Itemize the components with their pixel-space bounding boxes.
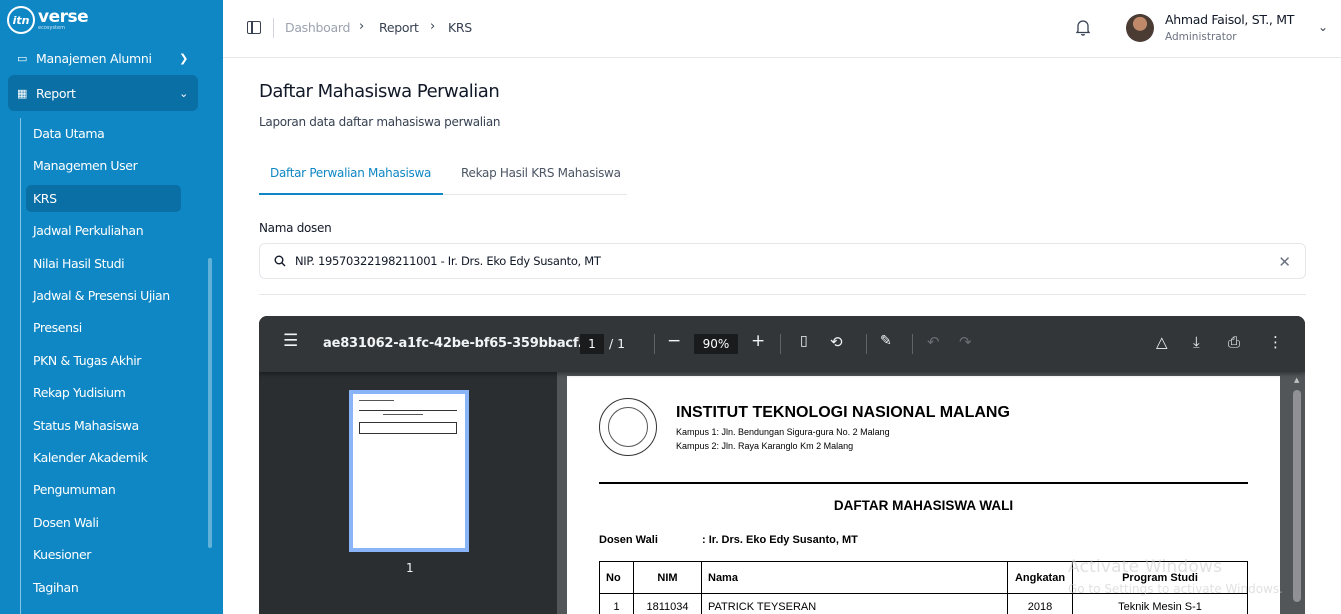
page-number-input[interactable]: 1 [580, 334, 604, 354]
sidebar-item-data-utama[interactable]: Data Utama [33, 126, 105, 141]
alumni-icon: ▭ [16, 51, 28, 65]
field-label-nama-dosen: Nama dosen [259, 221, 332, 235]
cell-angkatan: 2018 [1007, 593, 1073, 614]
breadcrumb-report[interactable]: Report [379, 20, 419, 35]
cell-nama: PATRICK TEYSERAN [701, 593, 1008, 614]
zoom-input[interactable]: 90% [694, 334, 738, 354]
submenu-guide-line [20, 118, 21, 614]
page-thumbnail[interactable] [349, 390, 469, 552]
col-no: No [599, 561, 634, 594]
chevron-right-icon: › [430, 19, 436, 34]
download-icon[interactable]: ⤓ [1193, 333, 1200, 351]
pdf-toolbar: ☰ ae831062-a1fc-42be-bf65-359bbacf... 1 … [259, 316, 1305, 372]
redo-icon[interactable]: ↷ [959, 333, 972, 351]
scroll-up-icon[interactable]: ▲ [1294, 376, 1299, 384]
dosen-wali-value: : Ir. Drs. Eko Edy Susanto, MT [702, 534, 858, 546]
app-logo[interactable]: itn verse ecosystem [7, 6, 89, 34]
sidebar-item-label: Report [36, 85, 76, 101]
sidebar-item-krs[interactable]: KRS [33, 191, 57, 206]
pdf-filename: ae831062-a1fc-42be-bf65-359bbacf... [323, 336, 592, 351]
sidebar-item-jadwal-perkuliahan[interactable]: Jadwal Perkuliahan [33, 223, 144, 238]
more-options-icon[interactable]: ⋮ [1268, 333, 1283, 351]
zoom-in-icon[interactable]: + [751, 331, 765, 351]
sidebar-item-nilai-hasil-studi[interactable]: Nilai Hasil Studi [33, 256, 125, 271]
top-bar: Dashboard › Report › KRS Ahmad Faisol, S… [223, 0, 1341, 58]
cell-program-studi: Teknik Mesin S-1 [1072, 593, 1248, 614]
thumbnail-page-number: 1 [406, 561, 414, 575]
sidebar-item-pengumuman[interactable]: Pengumuman [33, 482, 116, 497]
page-total: / 1 [609, 336, 626, 351]
bell-icon[interactable] [1075, 19, 1091, 36]
search-icon [274, 255, 286, 267]
fit-page-icon[interactable]: ▯ [800, 333, 808, 349]
sidebar-item-dosen-wali[interactable]: Dosen Wali [33, 515, 99, 530]
sidebar-item-rekap-yudisium[interactable]: Rekap Yudisium [33, 385, 126, 400]
tab-rekap-hasil-krs[interactable]: Rekap Hasil KRS Mahasiswa [461, 166, 621, 180]
cell-nim: 1811034 [633, 593, 702, 614]
user-role: Administrator [1165, 31, 1237, 43]
sidebar-item-label: Manajemen Alumni [36, 50, 152, 66]
sidebar-item-jadwal-presensi-ujian[interactable]: Jadwal & Presensi Ujian [33, 288, 170, 303]
logo-mark: itn [7, 6, 35, 34]
campus-1: Kampus 1: Jln. Bendungan Sigura-gura No.… [676, 427, 890, 437]
dosen-select[interactable]: NIP. 19570322198211001 - Ir. Drs. Eko Ed… [259, 243, 1306, 279]
sidebar-scrollbar[interactable] [208, 258, 212, 548]
campus-2: Kampus 2: Jln. Raya Karanglo Km 2 Malang [676, 441, 854, 451]
logo-tagline: ecosystem [38, 25, 65, 31]
pdf-page: INSTITUT TEKNOLOGI NASIONAL MALANG Kampu… [567, 376, 1280, 614]
dosen-wali-label: Dosen Wali [599, 534, 658, 546]
sidebar-item-pkn-tugas-akhir[interactable]: PKN & Tugas Akhir [33, 353, 141, 368]
active-tab-indicator [259, 193, 443, 195]
document-heading: DAFTAR MAHASISWA WALI [833, 498, 1014, 513]
dosen-select-value: NIP. 19570322198211001 - Ir. Drs. Eko Ed… [295, 254, 601, 268]
menu-icon[interactable]: ☰ [283, 331, 298, 351]
thumbnail-pane: 1 [259, 372, 557, 614]
breadcrumb-krs: KRS [448, 20, 472, 35]
chevron-right-icon: › [359, 19, 365, 34]
institution-seal [599, 398, 657, 456]
windows-activation-title: Activate Windows [1068, 557, 1223, 577]
zoom-out-icon[interactable]: − [667, 331, 681, 351]
section-divider [259, 294, 1306, 295]
col-nim: NIM [633, 561, 702, 594]
sidebar-item-managemen-user[interactable]: Managemen User [33, 158, 138, 173]
page-subtitle: Laporan data daftar mahasiswa perwalian [259, 115, 501, 129]
table-row: 1 1811034 PATRICK TEYSERAN 2018 Teknik M… [599, 593, 1248, 614]
drive-icon[interactable]: △ [1156, 333, 1168, 351]
col-angkatan: Angkatan [1007, 561, 1073, 594]
sidebar-item-report[interactable]: ▦ Report ⌄ [8, 75, 198, 111]
sidebar: itn verse ecosystem ▭ Manajemen Alumni ❯… [0, 0, 223, 614]
breadcrumb-dashboard[interactable]: Dashboard [285, 20, 350, 35]
annotate-icon[interactable]: ✎ [880, 333, 892, 349]
undo-icon[interactable]: ↶ [927, 333, 940, 351]
sidebar-item-presensi[interactable]: Presensi [33, 320, 82, 335]
rotate-icon[interactable]: ⟲ [830, 333, 843, 351]
user-name[interactable]: Ahmad Faisol, ST., MT [1165, 12, 1294, 27]
pdf-scrollbar[interactable]: ▲ [1293, 376, 1301, 602]
header-rule [599, 482, 1248, 484]
page-title: Daftar Mahasiswa Perwalian [259, 81, 500, 102]
cell-no: 1 [599, 593, 634, 614]
sidebar-item-status-mahasiswa[interactable]: Status Mahasiswa [33, 418, 139, 433]
logo-text: verse [38, 7, 89, 27]
clear-icon[interactable]: ✕ [1278, 253, 1291, 271]
tab-daftar-perwalian[interactable]: Daftar Perwalian Mahasiswa [270, 166, 431, 180]
windows-activation-subtitle: Go to Settings to activate Windows. [1068, 582, 1283, 596]
institution-name: INSTITUT TEKNOLOGI NASIONAL MALANG [676, 404, 1010, 421]
divider [273, 18, 274, 38]
sidebar-item-manajemen-alumni[interactable]: ▭ Manajemen Alumni ❯ [8, 48, 198, 68]
sidebar-item-kalender-akademik[interactable]: Kalender Akademik [33, 450, 148, 465]
col-nama: Nama [701, 561, 1008, 594]
avatar[interactable] [1126, 14, 1154, 42]
print-icon[interactable]: ⎙ [1228, 333, 1240, 351]
chevron-down-icon[interactable]: ⌄ [1318, 20, 1328, 34]
chevron-right-icon: ❯ [179, 51, 188, 65]
document-area: INSTITUT TEKNOLOGI NASIONAL MALANG Kampu… [557, 372, 1305, 614]
sidebar-toggle-icon[interactable] [247, 21, 261, 34]
sidebar-item-tagihan[interactable]: Tagihan [33, 580, 79, 595]
chevron-down-icon: ⌄ [179, 86, 188, 100]
sidebar-item-kuesioner[interactable]: Kuesioner [33, 547, 91, 562]
report-icon: ▦ [16, 86, 28, 100]
